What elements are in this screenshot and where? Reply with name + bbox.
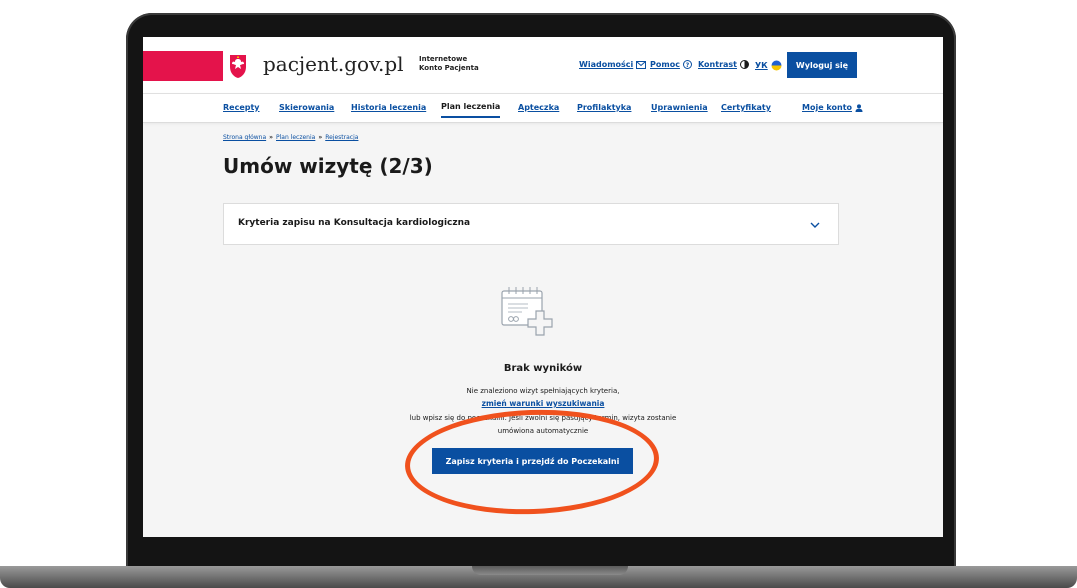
nav-item-plan-leczenia[interactable]: Plan leczenia xyxy=(441,102,501,118)
user-icon xyxy=(855,103,863,112)
empty-state-text: Nie znaleziono wizyt spełniających kryte… xyxy=(466,387,620,395)
help-link[interactable]: Pomoc ? xyxy=(650,60,692,69)
breadcrumb-item-plan[interactable]: Plan leczenia xyxy=(276,134,315,141)
contrast-icon xyxy=(740,60,750,69)
laptop-notch xyxy=(472,566,628,575)
polish-eagle-icon xyxy=(230,55,246,78)
nav-item-moje-konto[interactable]: Moje konto xyxy=(802,103,863,112)
breadcrumb-separator: » xyxy=(318,134,323,141)
nav-item-recepty[interactable]: Recepty xyxy=(223,103,260,112)
envelope-icon xyxy=(636,60,647,69)
ukraine-flag-icon xyxy=(771,60,782,71)
change-criteria-link[interactable]: zmień warunki wyszukiwania xyxy=(143,399,943,408)
brand-subtitle: Internetowe Konto Pacjenta xyxy=(419,55,479,72)
help-icon: ? xyxy=(682,60,692,69)
breadcrumb-item-home[interactable]: Strona główna xyxy=(223,134,266,141)
nav-item-skierowania[interactable]: Skierowania xyxy=(279,103,334,112)
main-nav: Recepty Skierowania Historia leczenia Pl… xyxy=(143,94,943,123)
flag-bar xyxy=(143,51,223,81)
contrast-link[interactable]: Kontrast xyxy=(698,60,750,69)
breadcrumb-separator: » xyxy=(269,134,274,141)
logout-button[interactable]: Wyloguj się xyxy=(787,52,857,78)
accordion-label: Kryteria zapisu na Konsultacja kardiolog… xyxy=(238,218,471,228)
nav-item-profilaktyka[interactable]: Profilaktyka xyxy=(577,103,631,112)
chevron-down-icon xyxy=(810,222,820,228)
empty-state-title: Brak wyników xyxy=(503,363,583,374)
criteria-accordion[interactable]: Kryteria zapisu na Konsultacja kardiolog… xyxy=(223,203,839,245)
svg-text:?: ? xyxy=(686,62,690,69)
nav-item-historia-leczenia[interactable]: Historia leczenia xyxy=(351,103,426,112)
breadcrumb: Strona główna» Plan leczenia» Rejestracja xyxy=(223,134,358,141)
page-title: Umów wizytę (2/3) xyxy=(223,154,433,178)
nav-item-certyfikaty[interactable]: Certyfikaty xyxy=(721,103,771,112)
nav-item-apteczka[interactable]: Apteczka xyxy=(518,103,559,112)
brand-name[interactable]: pacjent.gov.pl xyxy=(263,52,404,76)
nav-item-uprawnienia[interactable]: Uprawnienia xyxy=(651,103,708,112)
messages-link[interactable]: Wiadomości xyxy=(579,60,647,69)
language-ua-link[interactable]: УК xyxy=(755,60,782,71)
calendar-medical-icon xyxy=(501,287,553,336)
breadcrumb-item-registration[interactable]: Rejestracja xyxy=(325,134,358,141)
site-header: pacjent.gov.pl Internetowe Konto Pacjent… xyxy=(143,37,943,94)
